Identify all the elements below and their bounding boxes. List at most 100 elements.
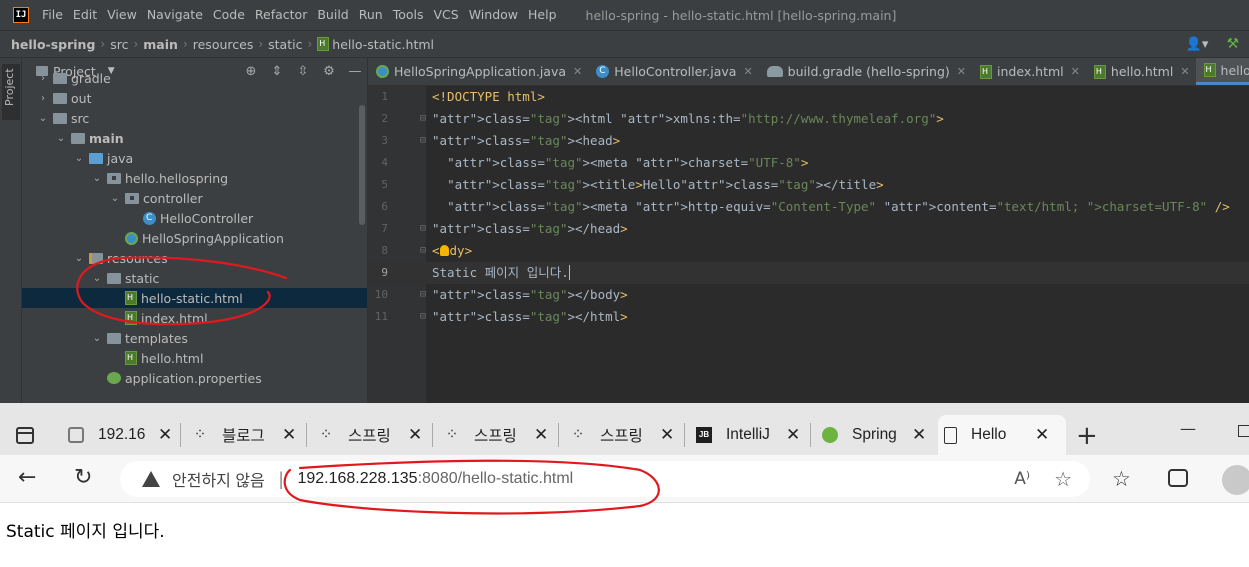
chevron-down-icon[interactable]: ⌄ [90,173,104,184]
breadcrumb-project[interactable]: hello-spring [11,37,95,52]
fold-marker-icon[interactable]: ⊟ [420,240,430,262]
user-icon[interactable]: 👤▾ [1186,37,1209,52]
collections-icon[interactable] [1168,469,1188,487]
breadcrumb-static[interactable]: static [268,37,302,52]
code-line[interactable]: 5 "attr">class="tag"><title>Hello"attr">… [368,174,1249,196]
tree-item-templates[interactable]: ⌄ templates [22,328,367,348]
editor-tab[interactable]: hello.html ✕ [1086,58,1196,85]
browser-tab[interactable]: ⁘ 스프링 ✕ [312,415,428,455]
close-tab-icon[interactable]: ✕ [1035,425,1049,445]
close-tab-icon[interactable]: ✕ [408,425,422,445]
menu-tools[interactable]: Tools [388,0,429,30]
chevron-down-icon[interactable]: ⌄ [90,273,104,284]
tree-item-hello-html[interactable]: ›hello.html [22,348,367,368]
close-tab-icon[interactable]: ✕ [1180,65,1189,78]
tab-actions-icon[interactable] [16,427,34,444]
tree-item-controller[interactable]: ⌄ controller [22,188,367,208]
editor-tab[interactable]: HelloController.java ✕ [588,58,758,85]
editor-tab[interactable]: hello-static.html✕ [1195,58,1249,85]
menu-code[interactable]: Code [208,0,250,30]
browser-tab[interactable]: ⁘ 스프링 ✕ [564,415,680,455]
build-hammer-icon[interactable]: ⚒ [1226,36,1239,52]
browser-tab[interactable]: Hello ✕ [938,415,1066,455]
url-host[interactable]: 192.168.228.135 [297,470,417,488]
refresh-icon[interactable]: ↻ [74,465,92,490]
chevron-down-icon[interactable]: ⌄ [72,253,86,264]
tree-item-hellospringapplication[interactable]: ›HelloSpringApplication [22,228,367,248]
browser-tab[interactable]: JB IntelliJ ✕ [690,415,806,455]
project-scrollbar[interactable] [359,105,365,225]
menu-refactor[interactable]: Refactor [250,0,312,30]
not-secure-label[interactable]: 안전하지 않음 [172,467,265,491]
code-line[interactable]: 11 ⊟ "attr">class="tag"></html> [368,306,1249,328]
close-tab-icon[interactable]: ✕ [158,425,172,445]
fold-marker-icon[interactable]: ⊟ [420,108,430,130]
fold-marker-icon[interactable]: ⊟ [420,218,430,240]
url-path[interactable]: :8080/hello-static.html [418,470,574,488]
minimize-window-icon[interactable]: — [1180,419,1196,438]
chevron-right-icon[interactable]: › [36,73,50,84]
chevron-down-icon[interactable]: ⌄ [72,153,86,164]
tree-item-gradle[interactable]: › gradle [22,68,367,88]
code-line[interactable]: 9 Static 페이지 입니다. [368,262,1249,284]
close-tab-icon[interactable]: ✕ [1071,65,1080,78]
code-line[interactable]: 6 "attr">class="tag"><meta "attr">http-e… [368,196,1249,218]
tree-item-static[interactable]: ⌄ static [22,268,367,288]
restore-window-icon[interactable] [1238,425,1249,437]
tree-item-src[interactable]: ⌄ src [22,108,367,128]
close-tab-icon[interactable]: ✕ [743,65,752,78]
code-line[interactable]: 7 ⊟ "attr">class="tag"></head> [368,218,1249,240]
chevron-down-icon[interactable]: ⌄ [54,133,68,144]
add-favorite-star-icon[interactable]: ☆ [1054,467,1072,492]
code-line[interactable]: 1 <!DOCTYPE html> [368,86,1249,108]
tree-item-main[interactable]: ⌄ main [22,128,367,148]
fold-marker-icon[interactable]: ⊟ [420,284,430,306]
menu-file[interactable]: File [37,0,68,30]
menu-help[interactable]: Help [523,0,562,30]
browser-tab[interactable]: 192.16 ✕ [62,415,176,455]
tree-item-application-properties[interactable]: ›application.properties [22,368,367,388]
tree-item-hello-hellospring[interactable]: ⌄ hello.hellospring [22,168,367,188]
chevron-down-icon[interactable]: ⌄ [90,333,104,344]
editor-tab[interactable]: index.html ✕ [972,58,1086,85]
menu-vcs[interactable]: VCS [429,0,464,30]
breadcrumb-resources[interactable]: resources [193,37,254,52]
tree-item-index-html[interactable]: ›index.html [22,308,367,328]
tree-item-resources[interactable]: ⌄ resources [22,248,367,268]
close-tab-icon[interactable]: ✕ [573,65,582,78]
fold-marker-icon[interactable]: ⊟ [420,130,430,152]
address-bar[interactable]: 안전하지 않음 | 192.168.228.135:8080/hello-sta… [120,461,1090,497]
close-tab-icon[interactable]: ✕ [912,425,926,445]
lightbulb-icon[interactable] [439,245,449,256]
menu-window[interactable]: Window [464,0,523,30]
breadcrumb-src[interactable]: src [110,37,128,52]
menu-edit[interactable]: Edit [68,0,102,30]
editor-tab[interactable]: HelloSpringApplication.java ✕ [368,58,588,85]
menu-navigate[interactable]: Navigate [142,0,208,30]
menu-run[interactable]: Run [354,0,388,30]
close-tab-icon[interactable]: ✕ [282,425,296,445]
close-tab-icon[interactable]: ✕ [957,65,966,78]
chevron-down-icon[interactable]: ⌄ [36,113,50,124]
fold-marker-icon[interactable]: ⊟ [420,306,430,328]
new-tab-plus-icon[interactable]: + [1076,421,1098,451]
browser-tab[interactable]: Spring ✕ [816,415,928,455]
close-tab-icon[interactable]: ✕ [660,425,674,445]
code-line[interactable]: 4 "attr">class="tag"><meta "attr">charse… [368,152,1249,174]
browser-tab[interactable]: ⁘ 스프링 ✕ [438,415,554,455]
menu-build[interactable]: Build [312,0,353,30]
tree-item-java[interactable]: ⌄ java [22,148,367,168]
favorites-icon[interactable]: ☆ [1112,467,1131,491]
browser-tab[interactable]: ⁘ 블로그 ✕ [186,415,302,455]
chevron-right-icon[interactable]: › [36,93,50,104]
profile-avatar[interactable] [1222,465,1249,495]
code-line[interactable]: 8 ⊟ < dy> [368,240,1249,262]
menu-view[interactable]: View [102,0,142,30]
tree-item-hellocontroller[interactable]: ›HelloController [22,208,367,228]
warning-triangle-icon[interactable] [142,471,160,487]
chevron-down-icon[interactable]: ⌄ [108,193,122,204]
breadcrumb-main[interactable]: main [143,37,178,52]
close-tab-icon[interactable]: ✕ [534,425,548,445]
breadcrumb-file[interactable]: hello-static.html [332,37,434,52]
tree-item-out[interactable]: › out [22,88,367,108]
